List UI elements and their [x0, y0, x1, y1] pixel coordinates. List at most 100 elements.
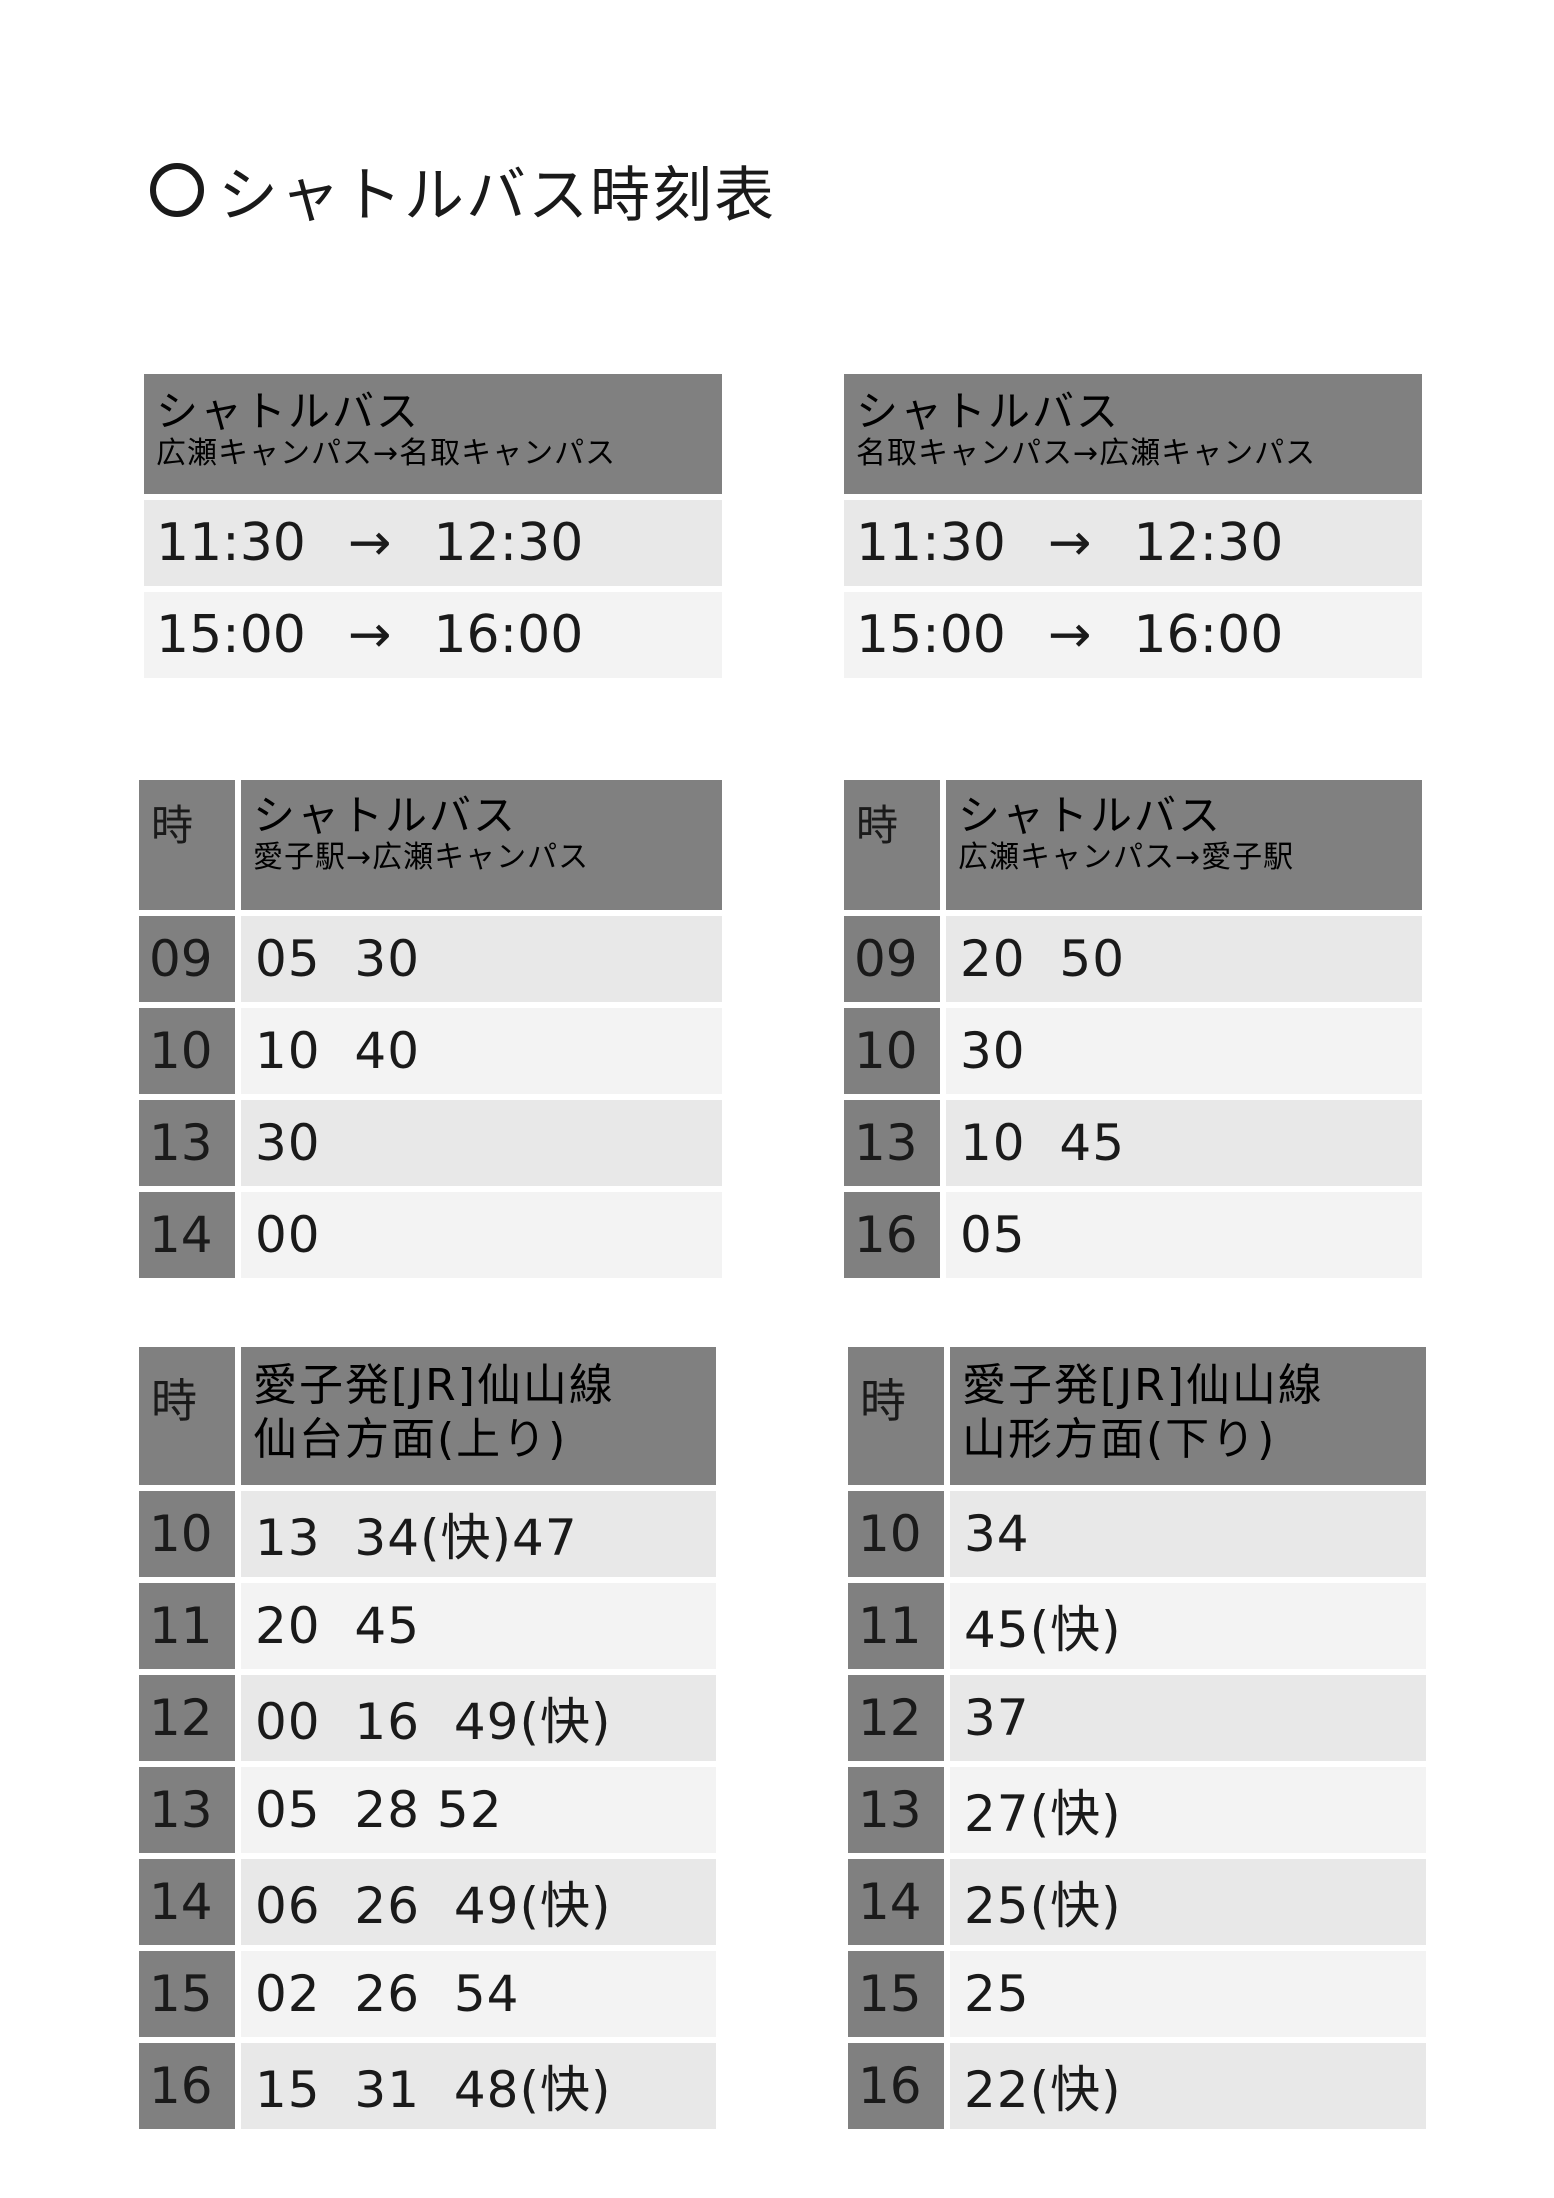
- arrival-time: 16:00: [433, 605, 584, 665]
- minutes-cell: 22(快): [950, 2043, 1426, 2129]
- shuttle-time-row: 15:00 → 16:00: [144, 592, 722, 678]
- hour-cell: 14: [139, 1859, 235, 1945]
- hour-column-header: 時: [139, 1347, 235, 1485]
- table-row: 11 45(快): [848, 1583, 1426, 1669]
- minutes-cell: 37: [950, 1675, 1426, 1761]
- table-row: 12 00 16 49(快): [139, 1675, 716, 1761]
- hour-column-header: 時: [844, 780, 940, 910]
- route-direction: 愛子駅→広瀬キャンパス: [253, 840, 590, 875]
- table-row: 14 25(快): [848, 1859, 1426, 1945]
- hour-cell: 12: [848, 1675, 944, 1761]
- page-title-text: シャトルバス時刻表: [218, 160, 776, 231]
- table-row: 13 05 28 52: [139, 1767, 716, 1853]
- table-row: 10 34: [848, 1491, 1426, 1577]
- minutes-cell: 27(快): [950, 1767, 1426, 1853]
- circle-icon: [150, 163, 204, 217]
- hour-cell: 14: [139, 1192, 235, 1278]
- arrival-time: 12:30: [433, 513, 584, 573]
- shuttle-hirose-to-natori: シャトルバス 広瀬キャンパス→名取キャンパス 11:30 → 12:30 15:…: [144, 374, 722, 678]
- minutes-cell: 25: [950, 1951, 1426, 2037]
- departure-time: 11:30: [156, 513, 306, 573]
- shuttle-route: 広瀬キャンパス→名取キャンパス: [156, 436, 617, 471]
- route-header: シャトルバス 愛子駅→広瀬キャンパス: [241, 780, 722, 910]
- timetable-header: 時 シャトルバス 愛子駅→広瀬キャンパス: [139, 780, 722, 910]
- arrow-icon: →: [1047, 513, 1092, 573]
- hour-cell: 15: [139, 1951, 235, 2037]
- minutes-cell: 06 26 49(快): [241, 1859, 716, 1945]
- hour-cell: 10: [139, 1491, 235, 1577]
- hour-cell: 16: [848, 2043, 944, 2129]
- timetable-header: 時 愛子発[JR]仙山線 山形方面(下り): [848, 1347, 1426, 1485]
- timetable-header: 時 シャトルバス 広瀬キャンパス→愛子駅: [844, 780, 1422, 910]
- hour-cell: 09: [844, 916, 940, 1002]
- table-row: 11 20 45: [139, 1583, 716, 1669]
- minutes-cell: 10 45: [946, 1100, 1422, 1186]
- hour-cell: 15: [848, 1951, 944, 2037]
- minutes-cell: 05 28 52: [241, 1767, 716, 1853]
- table-row: 14 00: [139, 1192, 722, 1278]
- hour-cell: 14: [848, 1859, 944, 1945]
- minutes-cell: 10 40: [241, 1008, 722, 1094]
- departure-time: 15:00: [856, 605, 1006, 665]
- arrival-time: 12:30: [1133, 513, 1284, 573]
- hour-cell: 10: [844, 1008, 940, 1094]
- shuttle-name: シャトルバス: [856, 387, 1121, 436]
- table-row: 15 02 26 54: [139, 1951, 716, 2037]
- hour-column-header: 時: [139, 780, 235, 910]
- bus-timetable-hirose-to-ayashi: 時 シャトルバス 広瀬キャンパス→愛子駅 09 20 50 10 30 13 10 4…: [844, 780, 1422, 1278]
- shuttle-header: シャトルバス 名取キャンパス→広瀬キャンパス: [844, 374, 1422, 494]
- bus-timetable-ayashi-to-hirose: 時 シャトルバス 愛子駅→広瀬キャンパス 09 05 30 10 10 40 13 3…: [139, 780, 722, 1278]
- hour-cell: 13: [844, 1100, 940, 1186]
- table-row: 16 15 31 48(快): [139, 2043, 716, 2129]
- route-name: シャトルバス: [253, 791, 518, 840]
- hour-cell: 13: [848, 1767, 944, 1853]
- minutes-cell: 05 30: [241, 916, 722, 1002]
- table-row: 16 05: [844, 1192, 1422, 1278]
- line-name: 愛子発[JR]仙山線: [253, 1360, 615, 1411]
- minutes-cell: 30: [946, 1008, 1422, 1094]
- minutes-cell: 45(快): [950, 1583, 1426, 1669]
- route-direction: 広瀬キャンパス→愛子駅: [958, 840, 1295, 875]
- route-header: 愛子発[JR]仙山線 仙台方面(上り): [241, 1347, 716, 1485]
- route-name: シャトルバス: [958, 791, 1223, 840]
- table-row: 13 30: [139, 1100, 722, 1186]
- table-row: 10 10 40: [139, 1008, 722, 1094]
- table-row: 13 27(快): [848, 1767, 1426, 1853]
- table-row: 13 10 45: [844, 1100, 1422, 1186]
- minutes-cell: 25(快): [950, 1859, 1426, 1945]
- jr-timetable-sendai-bound: 時 愛子発[JR]仙山線 仙台方面(上り) 10 13 34(快)47 11 20 …: [139, 1347, 716, 2129]
- table-row: 16 22(快): [848, 2043, 1426, 2129]
- table-row: 14 06 26 49(快): [139, 1859, 716, 1945]
- shuttle-natori-to-hirose: シャトルバス 名取キャンパス→広瀬キャンパス 11:30 → 12:30 15:…: [844, 374, 1422, 678]
- table-row: 10 13 34(快)47: [139, 1491, 716, 1577]
- jr-timetable-yamagata-bound: 時 愛子発[JR]仙山線 山形方面(下り) 10 34 11 45(快) 12 37 …: [848, 1347, 1426, 2129]
- minutes-cell: 30: [241, 1100, 722, 1186]
- route-header: シャトルバス 広瀬キャンパス→愛子駅: [946, 780, 1422, 910]
- page-title: シャトルバス時刻表: [150, 150, 776, 231]
- minutes-cell: 15 31 48(快): [241, 2043, 716, 2129]
- line-name: 愛子発[JR]仙山線: [962, 1360, 1324, 1411]
- line-direction: 仙台方面(上り): [253, 1414, 568, 1465]
- minutes-cell: 05: [946, 1192, 1422, 1278]
- hour-cell: 16: [139, 2043, 235, 2129]
- table-row: 10 30: [844, 1008, 1422, 1094]
- shuttle-header: シャトルバス 広瀬キャンパス→名取キャンパス: [144, 374, 722, 494]
- timetable-header: 時 愛子発[JR]仙山線 仙台方面(上り): [139, 1347, 716, 1485]
- shuttle-route: 名取キャンパス→広瀬キャンパス: [856, 436, 1317, 471]
- hour-cell: 13: [139, 1100, 235, 1186]
- minutes-cell: 20 45: [241, 1583, 716, 1669]
- hour-cell: 13: [139, 1767, 235, 1853]
- table-row: 12 37: [848, 1675, 1426, 1761]
- minutes-cell: 00: [241, 1192, 722, 1278]
- minutes-cell: 00 16 49(快): [241, 1675, 716, 1761]
- hour-cell: 10: [139, 1008, 235, 1094]
- hour-cell: 12: [139, 1675, 235, 1761]
- departure-time: 11:30: [856, 513, 1006, 573]
- departure-time: 15:00: [156, 605, 306, 665]
- hour-cell: 11: [139, 1583, 235, 1669]
- hour-cell: 09: [139, 916, 235, 1002]
- arrow-icon: →: [1047, 605, 1092, 665]
- line-direction: 山形方面(下り): [962, 1414, 1277, 1465]
- hour-cell: 16: [844, 1192, 940, 1278]
- shuttle-time-row: 11:30 → 12:30: [144, 500, 722, 586]
